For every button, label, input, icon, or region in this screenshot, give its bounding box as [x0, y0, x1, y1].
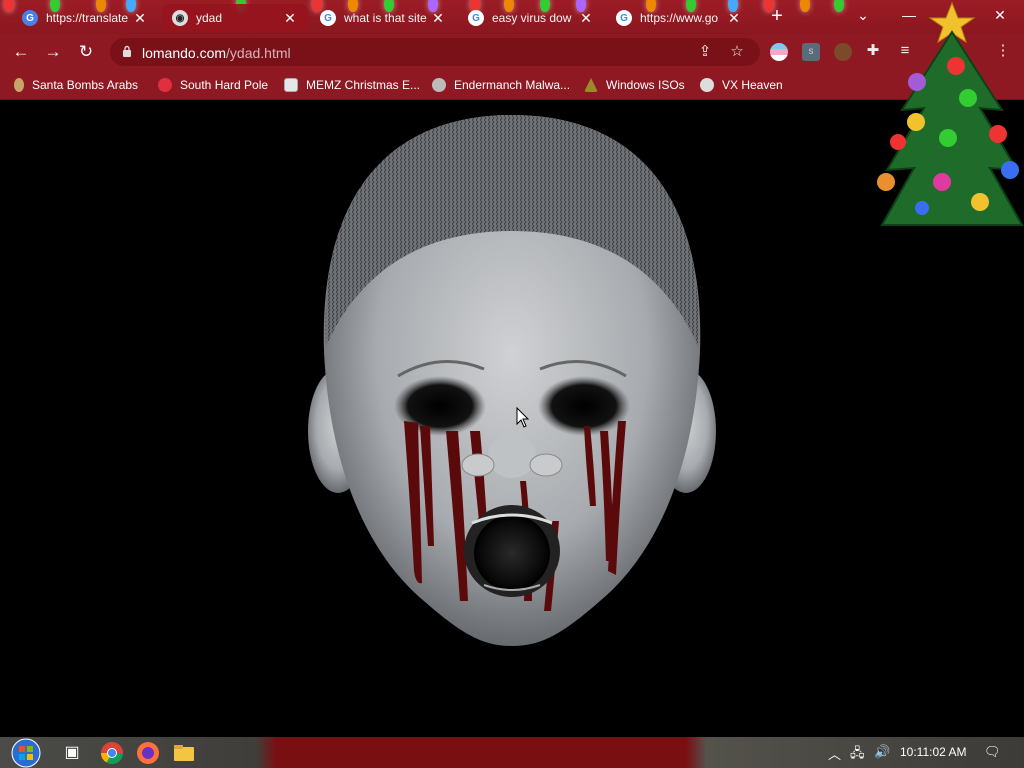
url-path: /ydad.html [226, 45, 291, 61]
nose [488, 434, 536, 478]
bookmark-windows-isos[interactable]: Windows ISOs [584, 76, 685, 94]
bookmark-label: MEMZ Christmas E... [306, 78, 421, 92]
back-arrow-icon[interactable]: ← [8, 40, 34, 64]
bookmark-vx-heaven[interactable]: VX Heaven [700, 76, 783, 94]
tab-easy-virus[interactable]: G easy virus dow ✕ [458, 4, 604, 32]
bookmark-memz-christmas[interactable]: MEMZ Christmas E... [284, 76, 420, 94]
url-domain: lomando.com [142, 45, 227, 61]
reload-icon[interactable]: ↻ [73, 40, 99, 64]
close-tab-icon[interactable]: ✕ [132, 10, 148, 27]
share-icon[interactable]: ⇪ [696, 43, 714, 61]
lock-icon [123, 45, 131, 57]
bookmark-south-hard-pole[interactable]: South Hard Pole [158, 76, 268, 94]
task-view-icon[interactable]: ▣ [60, 741, 84, 765]
left-nostril [461, 453, 495, 477]
bookmark-label: Endermanch Malwa... [454, 78, 571, 92]
tree-icon [584, 78, 598, 92]
file-explorer-icon[interactable] [172, 741, 196, 765]
flower-icon [158, 78, 172, 92]
google-icon: G [320, 10, 336, 26]
page-icon [284, 78, 298, 92]
mouth-inner [474, 515, 550, 591]
tab-title: easy virus dow [492, 11, 572, 25]
mouse-cursor-icon [516, 407, 530, 428]
taskbar-clock[interactable]: 10:11:02 AM [900, 745, 967, 759]
raccoon-icon: ◉ [172, 10, 188, 26]
tab-title: what is that site [344, 11, 427, 25]
browser-window: G https://translate ✕ ◉ ydad ✕ G what is… [0, 0, 1024, 768]
volume-icon[interactable]: 🔊 [874, 744, 890, 760]
right-nostril [529, 453, 563, 477]
star-icon[interactable]: ☆ [728, 43, 746, 61]
christmas-tree-image [877, 1, 1024, 226]
extension-avatar-icon[interactable] [834, 43, 852, 61]
close-tab-icon[interactable]: ✕ [578, 10, 594, 27]
forward-arrow-icon[interactable]: → [40, 40, 66, 64]
extension-s-icon[interactable]: s [802, 43, 820, 61]
christmas-light [800, 0, 810, 12]
firefox-icon[interactable] [136, 741, 160, 765]
raccoon-icon [432, 78, 446, 92]
network-icon[interactable]: 🖧 [850, 744, 865, 766]
vx-icon [700, 78, 714, 92]
right-eye-socket [538, 376, 630, 436]
bookmark-label: Windows ISOs [606, 78, 685, 92]
show-hidden-icons-icon[interactable]: ︿ [828, 744, 841, 763]
close-tab-icon[interactable]: ✕ [430, 10, 446, 27]
google-icon: G [616, 10, 632, 26]
close-tab-icon[interactable]: ✕ [282, 10, 298, 27]
bookmark-endermanch-malware[interactable]: Endermanch Malwa... [432, 76, 570, 94]
start-button-icon[interactable] [10, 737, 42, 768]
santa-icon [14, 78, 24, 92]
tab-title: https://www.go [640, 11, 719, 25]
tab-what-is-that-site[interactable]: G what is that site ✕ [310, 4, 456, 32]
taskbar: ▣ ︿ 🖧 🔊 10:11:02 AM 🗨 [0, 737, 1024, 768]
url-text[interactable]: lomando.com/ydad.html [142, 45, 291, 61]
tab-title: https://translate [46, 11, 129, 25]
translate-icon: G [22, 10, 38, 26]
bookmark-label: VX Heaven [722, 78, 783, 92]
notifications-icon[interactable]: 🗨 [984, 744, 1001, 760]
new-tab-button[interactable]: + [766, 6, 788, 28]
tab-ydad[interactable]: ◉ ydad ✕ [162, 4, 308, 32]
christmas-light [834, 0, 844, 12]
chrome-icon[interactable] [100, 741, 124, 765]
bookmark-santa-bombs-arabs[interactable]: Santa Bombs Arabs [14, 76, 138, 94]
tab-title: ydad [196, 11, 223, 25]
tab-google-url[interactable]: G https://www.go ✕ [606, 4, 752, 32]
address-bar[interactable]: lomando.com/ydad.html ⇪ ☆ [110, 38, 760, 66]
close-tab-icon[interactable]: ✕ [726, 10, 742, 27]
tab-translate[interactable]: G https://translate ✕ [12, 4, 160, 32]
bookmark-label: Santa Bombs Arabs [32, 78, 139, 92]
bookmark-label: South Hard Pole [180, 78, 269, 92]
extension-flag-icon[interactable] [770, 43, 788, 61]
google-icon: G [468, 10, 484, 26]
